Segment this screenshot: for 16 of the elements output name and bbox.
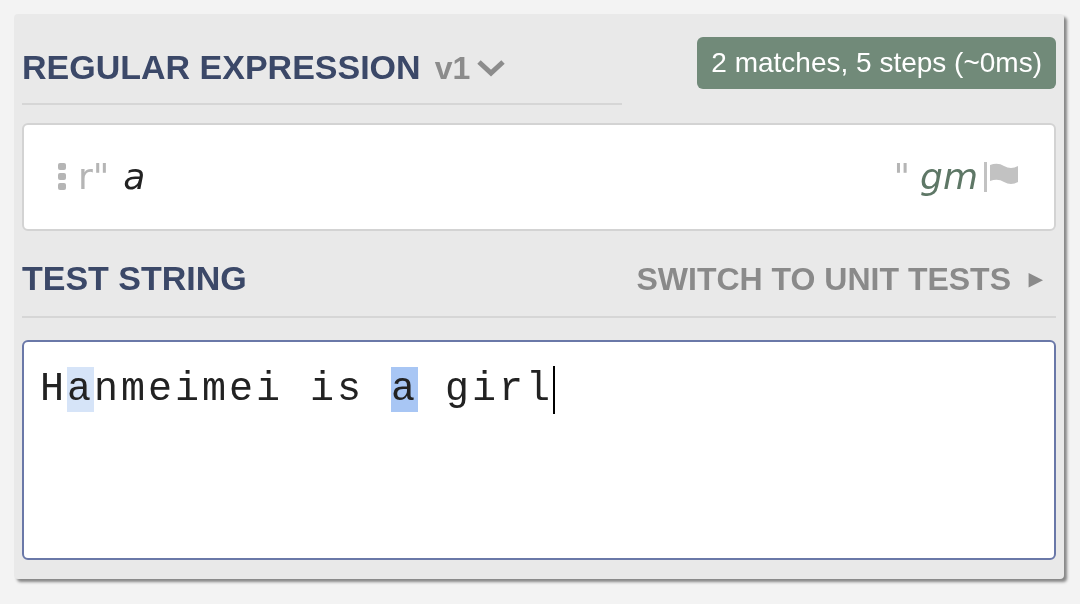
regex-delimiter: " <box>893 155 911 199</box>
drag-handle-icon <box>58 163 66 191</box>
match-info-badge: 2 matches, 5 steps (~0ms) <box>697 37 1056 89</box>
regex-value: a <box>123 155 146 199</box>
flag-icon[interactable] <box>984 162 1020 192</box>
test-string-field[interactable]: Hanmeimei is a girl <box>22 340 1056 560</box>
section-title: REGULAR EXPRESSION <box>22 47 421 88</box>
regex-input-field[interactable]: r" a " gm <box>22 123 1056 231</box>
section-title: TEST STRING <box>22 258 247 299</box>
switch-to-unit-tests-link[interactable]: SWITCH TO UNIT TESTS ▸ <box>636 254 1056 303</box>
test-string-text: Hanmeimei is a girl <box>40 366 554 414</box>
chevron-down-icon <box>476 58 507 77</box>
regex-flags[interactable]: gm <box>920 150 978 204</box>
text-cursor <box>553 366 556 414</box>
version-dropdown[interactable]: v1 <box>434 43 507 92</box>
regex-delimiter: r" <box>78 155 110 199</box>
